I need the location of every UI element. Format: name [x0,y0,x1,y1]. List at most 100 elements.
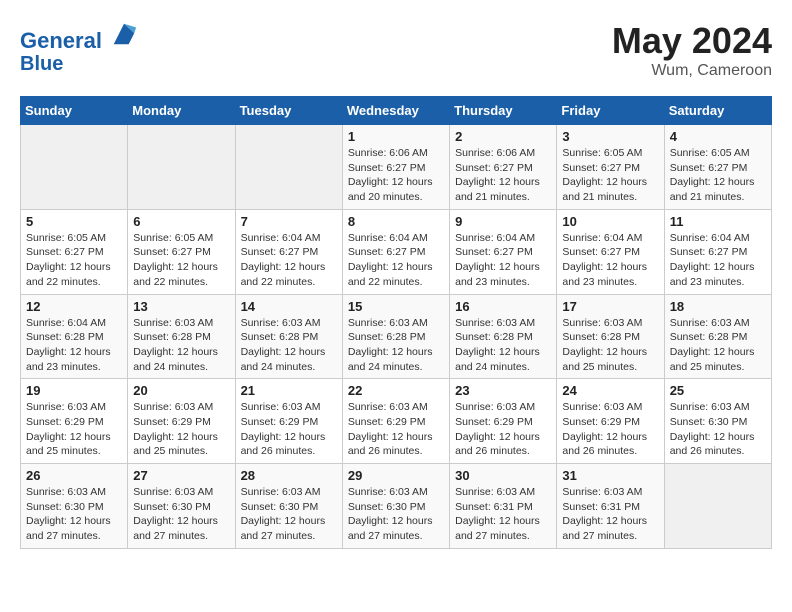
day-info: Sunrise: 6:03 AMSunset: 6:29 PMDaylight:… [562,400,658,459]
day-info: Sunrise: 6:04 AMSunset: 6:27 PMDaylight:… [241,231,337,290]
calendar-day-cell [21,125,128,210]
calendar-day-cell: 29Sunrise: 6:03 AMSunset: 6:30 PMDayligh… [342,464,449,549]
calendar-week-row: 12 Sunrise: 6:04 AMSunset: 6:28 PMDayligh… [21,294,772,379]
day-number: 22 [348,383,444,398]
day-info: Sunrise: 6:03 AMSunset: 6:29 PMDaylight:… [133,400,229,459]
day-info: Sunrise: 6:03 AMSunset: 6:28 PMDaylight:… [241,316,337,375]
day-info: Sunrise: 6:04 AMSunset: 6:27 PMDaylight:… [455,231,551,290]
calendar-day-cell: 27Sunrise: 6:03 AMSunset: 6:30 PMDayligh… [128,464,235,549]
calendar-day-cell: 9 Sunrise: 6:04 AMSunset: 6:27 PMDaylight… [450,209,557,294]
calendar-header-cell: Sunday [21,97,128,125]
day-number: 3 [562,129,658,144]
day-number: 15 [348,299,444,314]
calendar-day-cell: 8Sunrise: 6:04 AMSunset: 6:27 PMDaylight… [342,209,449,294]
calendar-day-cell: 1Sunrise: 6:06 AMSunset: 6:27 PMDaylight… [342,125,449,210]
day-info: Sunrise: 6:04 AMSunset: 6:28 PMDaylight:… [26,316,122,375]
day-number: 21 [241,383,337,398]
page-header: General Blue May 2024 Wum, Cameroon [20,20,772,80]
calendar-day-cell: 30 Sunrise: 6:03 AMSunset: 6:31 PMDayligh… [450,464,557,549]
calendar-day-cell [128,125,235,210]
day-info: Sunrise: 6:03 AMSunset: 6:31 PMDaylight:… [455,485,551,544]
day-info: Sunrise: 6:04 AMSunset: 6:27 PMDaylight:… [670,231,766,290]
day-number: 14 [241,299,337,314]
logo-icon [110,20,138,48]
day-number: 19 [26,383,122,398]
day-number: 7 [241,214,337,229]
day-number: 12 [26,299,122,314]
day-number: 1 [348,129,444,144]
day-info: Sunrise: 6:03 AMSunset: 6:30 PMDaylight:… [670,400,766,459]
day-number: 25 [670,383,766,398]
calendar-day-cell: 4 Sunrise: 6:05 AMSunset: 6:27 PMDaylight… [664,125,771,210]
calendar-day-cell: 14 Sunrise: 6:03 AMSunset: 6:28 PMDayligh… [235,294,342,379]
day-info: Sunrise: 6:03 AMSunset: 6:31 PMDaylight:… [562,485,658,544]
day-number: 16 [455,299,551,314]
day-info: Sunrise: 6:03 AMSunset: 6:28 PMDaylight:… [348,316,444,375]
day-number: 18 [670,299,766,314]
day-info: Sunrise: 6:05 AMSunset: 6:27 PMDaylight:… [133,231,229,290]
calendar-week-row: 19 Sunrise: 6:03 AMSunset: 6:29 PMDayligh… [21,379,772,464]
day-number: 5 [26,214,122,229]
calendar-body: 1 Sunrise: 6:06 AMSunset: 6:27 PMDaylight… [21,125,772,549]
calendar-header-cell: Tuesday [235,97,342,125]
calendar-day-cell: 7 Sunrise: 6:04 AMSunset: 6:27 PMDaylight… [235,209,342,294]
calendar-header-cell: Wednesday [342,97,449,125]
calendar-day-cell: 24 Sunrise: 6:03 AMSunset: 6:29 PMDayligh… [557,379,664,464]
day-number: 31 [562,468,658,483]
calendar-day-cell: 21 Sunrise: 6:03 AMSunset: 6:29 PMDayligh… [235,379,342,464]
day-info: Sunrise: 6:05 AMSunset: 6:27 PMDaylight:… [562,146,658,205]
calendar-week-row: 26 Sunrise: 6:03 AMSunset: 6:30 PMDayligh… [21,464,772,549]
day-number: 17 [562,299,658,314]
day-info: Sunrise: 6:03 AMSunset: 6:28 PMDaylight:… [133,316,229,375]
calendar-day-cell: 17 Sunrise: 6:03 AMSunset: 6:28 PMDayligh… [557,294,664,379]
calendar-day-cell: 10Sunrise: 6:04 AMSunset: 6:27 PMDayligh… [557,209,664,294]
day-info: Sunrise: 6:05 AMSunset: 6:27 PMDaylight:… [670,146,766,205]
calendar-day-cell: 22Sunrise: 6:03 AMSunset: 6:29 PMDayligh… [342,379,449,464]
day-number: 23 [455,383,551,398]
day-info: Sunrise: 6:03 AMSunset: 6:28 PMDaylight:… [670,316,766,375]
month-title: May 2024 [612,20,772,62]
calendar-day-cell: 25 Sunrise: 6:03 AMSunset: 6:30 PMDayligh… [664,379,771,464]
day-info: Sunrise: 6:03 AMSunset: 6:28 PMDaylight:… [562,316,658,375]
calendar-day-cell: 23 Sunrise: 6:03 AMSunset: 6:29 PMDayligh… [450,379,557,464]
logo-blue: Blue [20,53,138,75]
calendar-header-cell: Monday [128,97,235,125]
calendar-day-cell: 16 Sunrise: 6:03 AMSunset: 6:28 PMDayligh… [450,294,557,379]
calendar-header-row: SundayMondayTuesdayWednesdayThursdayFrid… [21,97,772,125]
day-number: 9 [455,214,551,229]
calendar-day-cell: 28 Sunrise: 6:03 AMSunset: 6:30 PMDayligh… [235,464,342,549]
day-info: Sunrise: 6:06 AMSunset: 6:27 PMDaylight:… [455,146,551,205]
day-info: Sunrise: 6:05 AMSunset: 6:27 PMDaylight:… [26,231,122,290]
location-title: Wum, Cameroon [612,62,772,80]
day-number: 4 [670,129,766,144]
day-info: Sunrise: 6:04 AMSunset: 6:27 PMDaylight:… [348,231,444,290]
calendar-header-cell: Saturday [664,97,771,125]
day-info: Sunrise: 6:03 AMSunset: 6:30 PMDaylight:… [241,485,337,544]
day-info: Sunrise: 6:03 AMSunset: 6:30 PMDaylight:… [133,485,229,544]
day-number: 24 [562,383,658,398]
day-number: 29 [348,468,444,483]
calendar-day-cell [664,464,771,549]
day-info: Sunrise: 6:03 AMSunset: 6:30 PMDaylight:… [26,485,122,544]
day-number: 20 [133,383,229,398]
calendar-day-cell: 31 Sunrise: 6:03 AMSunset: 6:31 PMDayligh… [557,464,664,549]
calendar-week-row: 5 Sunrise: 6:05 AMSunset: 6:27 PMDaylight… [21,209,772,294]
title-block: May 2024 Wum, Cameroon [612,20,772,80]
day-info: Sunrise: 6:03 AMSunset: 6:29 PMDaylight:… [26,400,122,459]
logo-text: General [20,20,138,53]
calendar-day-cell: 6 Sunrise: 6:05 AMSunset: 6:27 PMDaylight… [128,209,235,294]
calendar-header-cell: Thursday [450,97,557,125]
day-info: Sunrise: 6:04 AMSunset: 6:27 PMDaylight:… [562,231,658,290]
day-info: Sunrise: 6:03 AMSunset: 6:28 PMDaylight:… [455,316,551,375]
day-number: 11 [670,214,766,229]
day-info: Sunrise: 6:03 AMSunset: 6:29 PMDaylight:… [241,400,337,459]
day-number: 28 [241,468,337,483]
day-info: Sunrise: 6:03 AMSunset: 6:29 PMDaylight:… [455,400,551,459]
day-number: 26 [26,468,122,483]
calendar-table: SundayMondayTuesdayWednesdayThursdayFrid… [20,96,772,549]
calendar-day-cell: 11 Sunrise: 6:04 AMSunset: 6:27 PMDayligh… [664,209,771,294]
day-number: 6 [133,214,229,229]
logo-general: General [20,28,102,53]
day-number: 30 [455,468,551,483]
calendar-header-cell: Friday [557,97,664,125]
